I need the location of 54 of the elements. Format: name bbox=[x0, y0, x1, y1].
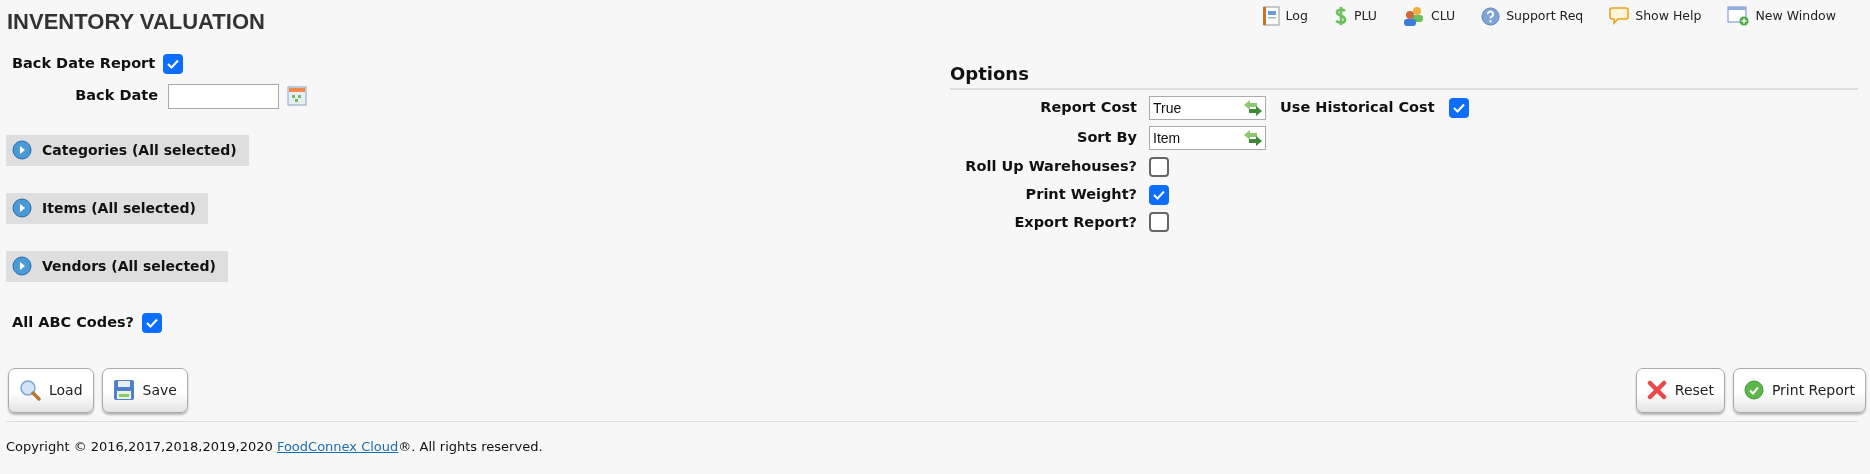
section-header[interactable]: Categories (All selected) bbox=[6, 134, 249, 166]
print-button[interactable]: Print Report bbox=[1732, 367, 1866, 413]
field-label: Back Date Report bbox=[12, 54, 156, 73]
swap-arrows-icon bbox=[1243, 129, 1263, 147]
new-window-icon bbox=[1727, 6, 1750, 26]
toolbar-link[interactable]: PLU bbox=[1333, 6, 1377, 26]
expand-icon bbox=[12, 140, 32, 161]
toolbar-link[interactable]: Support Req bbox=[1481, 6, 1584, 26]
cross-icon bbox=[1646, 380, 1667, 400]
field-label: Sort By bbox=[1075, 128, 1137, 148]
copyright-text: Copyright © 2016,2017,2018,2019,2020 FoodConnex Cloud®. All rights reserved. bbox=[6, 437, 544, 456]
reset-button[interactable]: Reset bbox=[1635, 367, 1725, 413]
checkbox[interactable] bbox=[1149, 184, 1169, 205]
field-label: Export Report? bbox=[1013, 212, 1137, 232]
save-button[interactable]: Save bbox=[101, 367, 188, 413]
toolbar-link[interactable]: New Window bbox=[1727, 6, 1836, 26]
check-circle-icon bbox=[1743, 380, 1764, 400]
checkmark-icon bbox=[1153, 189, 1165, 200]
checkbox[interactable] bbox=[1448, 98, 1469, 118]
field-label: Print Weight? bbox=[1024, 184, 1137, 204]
dollar-icon bbox=[1333, 6, 1348, 26]
section-header[interactable]: Items (All selected) bbox=[6, 192, 208, 224]
expand-icon bbox=[12, 256, 32, 277]
swap-arrows-icon bbox=[1243, 99, 1263, 117]
speech-bubble-icon bbox=[1609, 7, 1630, 25]
section-title: Options bbox=[950, 60, 1858, 90]
date-field[interactable] bbox=[168, 83, 279, 109]
people-icon bbox=[1402, 6, 1425, 26]
footer-link[interactable]: FoodConnex Cloud bbox=[276, 438, 399, 454]
field-label: Report Cost bbox=[1039, 98, 1137, 118]
field-label: Back Date bbox=[74, 86, 158, 106]
help-icon bbox=[1481, 6, 1501, 26]
select-field[interactable]: Item bbox=[1149, 126, 1266, 150]
checkbox[interactable] bbox=[163, 53, 184, 74]
checkmark-icon bbox=[146, 317, 159, 328]
checkmark-icon bbox=[1452, 103, 1465, 113]
section-header[interactable]: Vendors (All selected) bbox=[6, 250, 228, 282]
field-label: Roll Up Warehouses? bbox=[964, 157, 1137, 176]
checkbox[interactable] bbox=[142, 312, 163, 333]
notebook-icon bbox=[1261, 6, 1280, 26]
toolbar-link[interactable]: Show Help bbox=[1609, 6, 1702, 26]
checkbox[interactable] bbox=[1149, 212, 1169, 233]
field-label: Use Historical Cost bbox=[1280, 98, 1435, 118]
toolbar-link[interactable]: CLU bbox=[1402, 6, 1456, 26]
field-label: All ABC Codes? bbox=[12, 312, 135, 332]
expand-icon bbox=[12, 198, 32, 219]
checkmark-icon bbox=[167, 58, 180, 69]
toolbar-link[interactable]: Log bbox=[1261, 6, 1308, 26]
load-button[interactable]: Load bbox=[8, 367, 94, 413]
page-title: INVENTORY VALUATION bbox=[7, 10, 265, 34]
checkbox[interactable] bbox=[1149, 156, 1169, 177]
select-field[interactable]: True bbox=[1149, 96, 1266, 120]
magnifier-icon bbox=[19, 379, 41, 401]
calendar-icon[interactable] bbox=[287, 86, 307, 107]
